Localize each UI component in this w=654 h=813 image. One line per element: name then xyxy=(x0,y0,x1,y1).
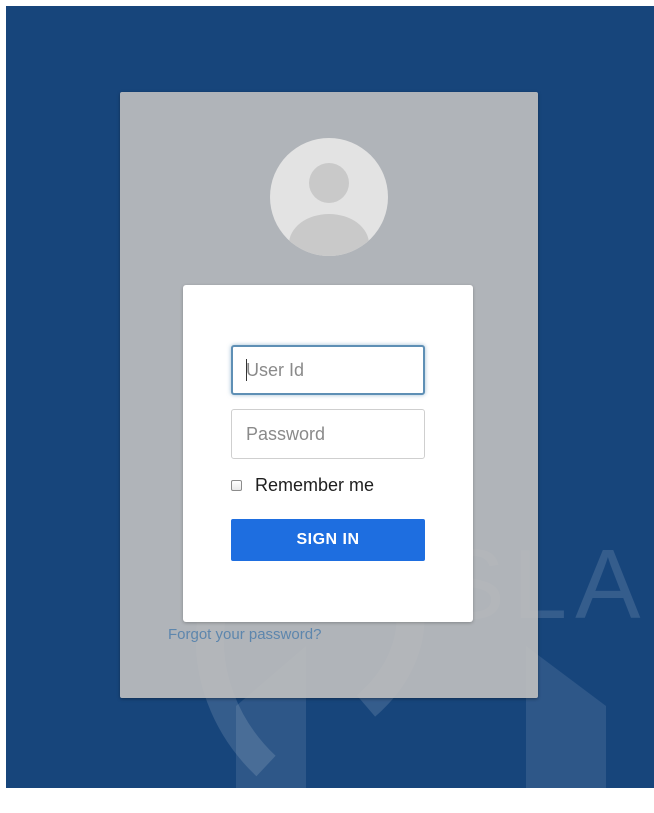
sign-in-button[interactable]: SIGN IN xyxy=(231,519,425,561)
text-cursor xyxy=(246,359,247,381)
login-form: Remember me SIGN IN xyxy=(183,285,473,622)
remember-me-checkbox[interactable] xyxy=(231,479,242,491)
forgot-password-link[interactable]: Forgot your password? xyxy=(168,626,321,643)
user-id-input[interactable] xyxy=(231,345,425,395)
login-panel: Remember me SIGN IN Forgot your password… xyxy=(120,92,538,698)
remember-me-label: Remember me xyxy=(255,474,375,495)
background: ISLA Remember me SIGN IN Forgot your xyxy=(6,6,654,788)
remember-me-row[interactable]: Remember me xyxy=(231,474,374,496)
user-avatar-icon xyxy=(270,138,388,256)
page: ISLA Remember me SIGN IN Forgot your xyxy=(0,0,654,813)
password-input[interactable] xyxy=(231,409,425,459)
